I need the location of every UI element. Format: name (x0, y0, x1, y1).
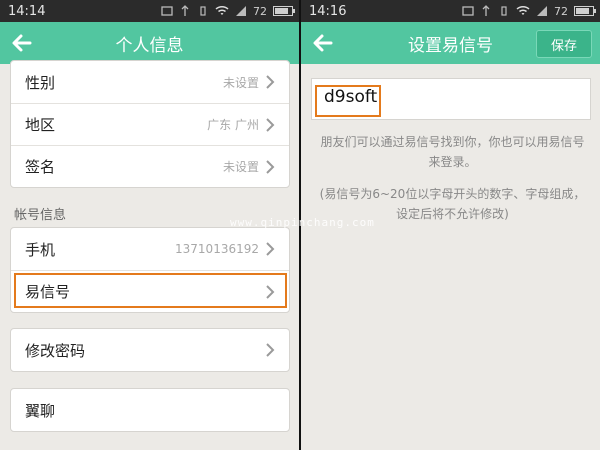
watermark: www.qinpinchang.com (230, 216, 375, 229)
wifi-icon (215, 5, 229, 15)
row-label: 修改密码 (25, 341, 86, 360)
row-label: 手机 (25, 240, 56, 259)
battery-percent: 72 (253, 4, 267, 18)
highlight-box (315, 85, 381, 117)
row-label: 性别 (25, 73, 56, 92)
section-account-title: 帐号信息 (14, 208, 67, 223)
password-group: 修改密码 (10, 328, 290, 372)
row-phone[interactable]: 手机 13710136192 (11, 228, 289, 270)
chevron-right-icon (266, 117, 275, 132)
signal-icon (537, 6, 547, 16)
battery-percent: 72 (554, 4, 568, 18)
row-yiliao[interactable]: 翼聊 (11, 389, 289, 431)
status-time: 14:14 (8, 3, 46, 19)
notification-icon (161, 6, 173, 16)
row-label: 翼聊 (25, 401, 56, 420)
row-label: 签名 (25, 158, 56, 176)
status-bar: 14:14 72 (0, 0, 299, 22)
battery-level (275, 8, 288, 14)
notification-icon (462, 6, 474, 16)
row-label: 地区 (25, 116, 56, 134)
usb-icon (482, 5, 490, 16)
vibrate-icon (501, 6, 507, 16)
row-value: 未设置 (222, 160, 259, 174)
row-region[interactable]: 地区 广东 广州 (11, 103, 289, 145)
yiliao-group: 翼聊 (10, 388, 290, 432)
battery-level (576, 8, 589, 14)
status-icons: 72 (161, 0, 295, 22)
signal-icon (236, 6, 246, 16)
status-icons: 72 (462, 0, 596, 22)
header-bar: 设置易信号 保存 (301, 22, 600, 64)
back-arrow-icon[interactable] (309, 29, 337, 57)
status-time: 14:16 (309, 3, 347, 19)
usb-icon (181, 5, 189, 16)
chevron-right-icon (266, 75, 275, 89)
vibrate-icon (200, 6, 206, 16)
highlight-box (14, 273, 287, 308)
battery-icon (574, 6, 596, 16)
back-arrow-icon[interactable] (8, 29, 36, 57)
chevron-right-icon (266, 343, 275, 357)
battery-icon (273, 6, 295, 16)
page-title: 个人信息 (115, 35, 184, 56)
row-value: 13710136192 (175, 242, 259, 256)
row-value: 未设置 (222, 75, 259, 90)
page-title: 设置易信号 (408, 35, 493, 56)
profile-group: 性别 未设置 地区 广东 广州 签名 未设置 (10, 60, 290, 188)
status-bar: 14:16 72 (301, 0, 600, 22)
row-change-password[interactable]: 修改密码 (11, 329, 289, 371)
chevron-right-icon (266, 159, 275, 174)
row-gender[interactable]: 性别 未设置 (11, 61, 289, 103)
row-value: 广东 广州 (207, 118, 259, 132)
row-signature[interactable]: 签名 未设置 (11, 145, 289, 187)
hint-text: 朋友们可以通过易信号找到你，你也可以用易信号来登录。 (320, 135, 585, 169)
wifi-icon (516, 5, 530, 15)
chevron-right-icon (266, 242, 275, 256)
save-button[interactable]: 保存 (536, 30, 592, 58)
header-bar: 个人信息 (0, 22, 299, 64)
